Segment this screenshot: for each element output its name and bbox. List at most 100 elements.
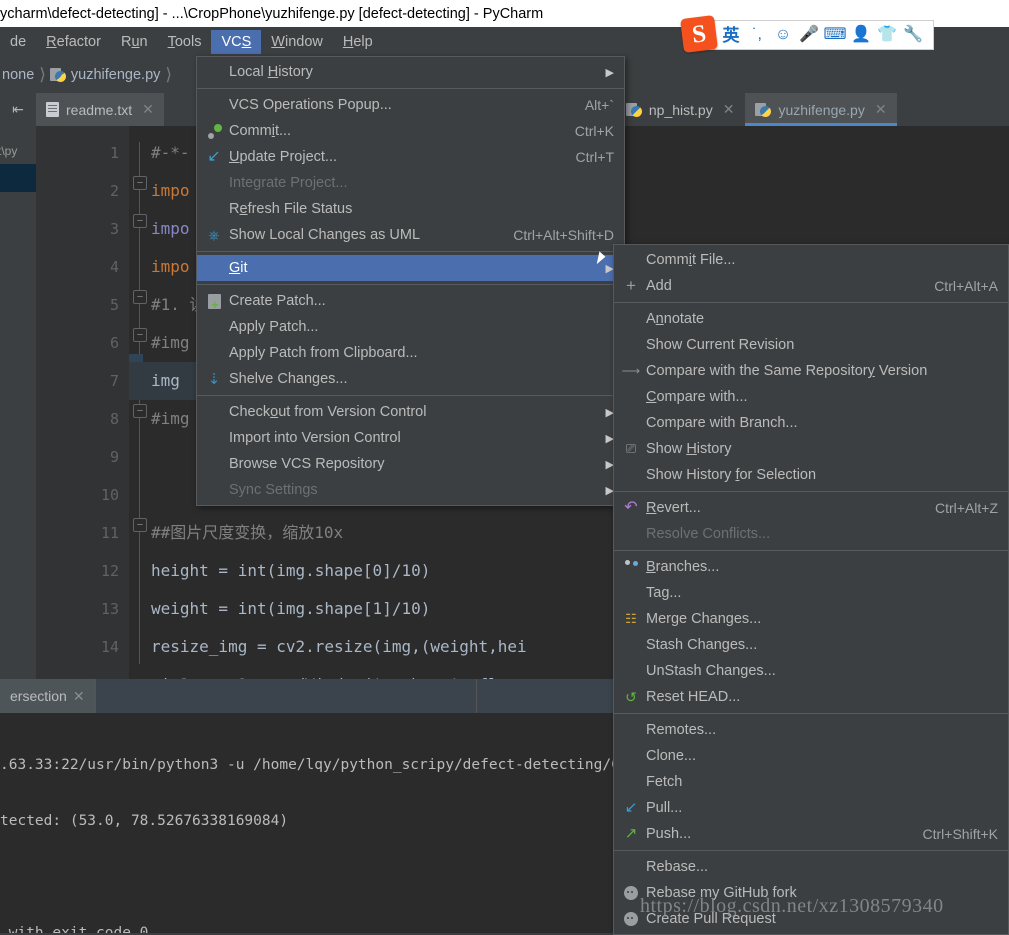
code-line: resize_img = cv2.resize(img,(weight,hei — [151, 637, 527, 656]
menu-item-browse-vcs-repository[interactable]: Browse VCS Repository ▶ — [197, 451, 624, 477]
tab-yuzhifenge-label: yuzhifenge.py — [778, 101, 865, 118]
menu-item-remotes[interactable]: Remotes... — [614, 717, 1008, 743]
menu-separator — [614, 850, 1008, 851]
menu-item-pull[interactable]: ↙ Pull... — [614, 795, 1008, 821]
menu-tools[interactable]: Tools — [158, 30, 212, 54]
hide-tool-window-button[interactable]: ⇤ — [0, 93, 36, 126]
vcs-dropdown-menu[interactable]: Local History ▶ VCS Operations Popup... Alt… — [196, 56, 625, 506]
breadcrumb-item-file[interactable]: yuzhifenge.py ⟩ — [48, 65, 174, 85]
text-file-icon — [46, 102, 59, 117]
menu-item-compare-with-the-same-repository-version[interactable]: ⟶ Compare with the Same Repository Versio… — [614, 358, 1008, 384]
menu-item-shortcut: Ctrl+T — [575, 149, 615, 165]
menu-item-label: Refresh File Status — [229, 201, 353, 217]
toolbox-icon[interactable]: 🔧 — [903, 25, 923, 45]
menu-item-vcs-operations-popup[interactable]: VCS Operations Popup... Alt+` — [197, 92, 624, 118]
menu-vcs[interactable]: VCS — [211, 29, 262, 54]
close-icon[interactable]: ✕ — [723, 101, 735, 118]
project-selected-row[interactable] — [0, 164, 36, 192]
menu-item-label: Sync Settings — [229, 482, 318, 498]
menu-item-icon-placeholder — [620, 748, 642, 764]
menu-item-annotate[interactable]: Annotate — [614, 306, 1008, 332]
soft-keyboard-icon[interactable]: ⌨ — [823, 25, 846, 45]
menu-item-merge-changes[interactable]: ☷ Merge Changes... — [614, 606, 1008, 632]
emoji-icon[interactable]: ☺ — [773, 25, 793, 45]
add-icon: + — [626, 276, 636, 295]
menu-item-label: Branches... — [646, 559, 720, 575]
menu-item-icon-placeholder — [203, 482, 225, 498]
menu-item-show-current-revision[interactable]: Show Current Revision — [614, 332, 1008, 358]
menu-item-shelve-changes[interactable]: ⇣ Shelve Changes... — [197, 366, 624, 392]
menu-item-branches[interactable]: Branches... — [614, 554, 1008, 580]
menu-item-show-history[interactable]: ⎚ Show History — [614, 436, 1008, 462]
menu-code[interactable]: de — [0, 30, 36, 54]
close-icon[interactable]: ✕ — [142, 101, 154, 118]
menu-item-label: Commit... — [229, 123, 292, 139]
menu-item-tag[interactable]: Tag... — [614, 580, 1008, 606]
run-tab[interactable]: ersection ✕ — [0, 679, 95, 713]
sogou-logo-icon[interactable]: S — [680, 15, 718, 53]
menu-item-fetch[interactable]: Fetch — [614, 769, 1008, 795]
menu-item-create-patch[interactable]: Create Patch... — [197, 288, 624, 314]
menu-item-shortcut: Ctrl+Alt+A — [934, 278, 998, 294]
menu-item-push[interactable]: ↗ Push... Ctrl+Shift+K — [614, 821, 1008, 847]
menu-item-git[interactable]: Git ▶ — [197, 255, 624, 281]
menu-item-rebase[interactable]: Rebase... — [614, 854, 1008, 880]
menu-item-clone[interactable]: Clone... — [614, 743, 1008, 769]
menu-help[interactable]: Help — [333, 30, 383, 54]
menu-item-label: Rebase... — [646, 859, 709, 875]
breadcrumb-item-none[interactable]: none ⟩ — [0, 65, 48, 85]
git-submenu[interactable]: Commit File... + Add Ctrl+Alt+A Annotate Show… — [613, 244, 1009, 935]
menu-refactor[interactable]: Refactor — [36, 30, 111, 54]
user-account-icon[interactable]: 👤 — [851, 25, 871, 45]
menu-item-label: Reset HEAD... — [646, 689, 741, 705]
menu-item-update-project[interactable]: ↙ Update Project... Ctrl+T — [197, 144, 624, 170]
chinese-english-toggle-icon[interactable]: 英 — [721, 25, 741, 45]
voice-input-icon[interactable]: 🎤 — [799, 25, 819, 45]
punctuation-mode-icon[interactable]: ˙, — [747, 25, 767, 45]
menu-item-show-history-for-selection[interactable]: Show History for Selection — [614, 462, 1008, 488]
code-line: impo — [151, 181, 190, 200]
menu-item-stash-changes[interactable]: Stash Changes... — [614, 632, 1008, 658]
menu-item-unstash-changes[interactable]: UnStash Changes... — [614, 658, 1008, 684]
menu-item-label: VCS Operations Popup... — [229, 97, 392, 113]
tab-readme[interactable]: readme.txt ✕ — [36, 93, 165, 126]
revert-icon: ↶ — [624, 499, 638, 516]
close-icon[interactable]: ✕ — [73, 688, 85, 705]
menu-window[interactable]: Window — [261, 30, 333, 54]
tab-yuzhifenge[interactable]: yuzhifenge.py ✕ — [745, 93, 898, 126]
reset-head-icon: ↺ — [625, 688, 637, 705]
tab-np-hist[interactable]: np_hist.py ✕ — [615, 93, 746, 126]
menu-item-label: Resolve Conflicts... — [646, 526, 771, 542]
menu-item-icon-placeholder — [203, 345, 225, 361]
project-tool-strip[interactable]: ct\py — [0, 126, 36, 679]
menu-item-compare-with[interactable]: Compare with... — [614, 384, 1008, 410]
sogou-ime-toolbar[interactable]: 英 ˙, ☺ 🎤 ⌨ 👤 👕 🔧 — [684, 20, 934, 50]
skin-icon[interactable]: 👕 — [877, 25, 897, 45]
menu-item-commit-file[interactable]: Commit File... — [614, 247, 1008, 273]
line-number: 7 — [109, 372, 119, 390]
line-number: 12 — [100, 562, 119, 580]
menu-item-apply-patch[interactable]: Apply Patch... — [197, 314, 624, 340]
tab-np-hist-label: np_hist.py — [648, 101, 713, 118]
menu-item-checkout-from-version-control[interactable]: Checkout from Version Control ▶ — [197, 399, 624, 425]
menu-item-add[interactable]: + Add Ctrl+Alt+A — [614, 273, 1008, 299]
menu-item-refresh-file-status[interactable]: Refresh File Status — [197, 196, 624, 222]
line-number: 4 — [109, 258, 119, 276]
menu-item-commit[interactable]: Commit... Ctrl+K — [197, 118, 624, 144]
menu-item-icon-placeholder — [203, 97, 225, 113]
line-number: 13 — [100, 600, 119, 618]
menu-item-icon-placeholder — [620, 722, 642, 738]
menu-item-reset-head[interactable]: ↺ Reset HEAD... — [614, 684, 1008, 710]
menu-item-local-history[interactable]: Local History ▶ — [197, 59, 624, 85]
menu-item-compare-with-branch[interactable]: Compare with Branch... — [614, 410, 1008, 436]
menu-item-apply-patch-from-clipboard[interactable]: Apply Patch from Clipboard... — [197, 340, 624, 366]
menu-item-revert[interactable]: ↶ Revert... Ctrl+Alt+Z — [614, 495, 1008, 521]
menu-item-show-local-changes-as-uml[interactable]: ⎈ Show Local Changes as UML Ctrl+Alt+Shift… — [197, 222, 624, 248]
menu-item-icon-placeholder — [203, 175, 225, 191]
code-line: impo — [151, 219, 190, 238]
menu-item-import-into-version-control[interactable]: Import into Version Control ▶ — [197, 425, 624, 451]
close-icon[interactable]: ✕ — [875, 101, 887, 118]
menu-item-label: Browse VCS Repository — [229, 456, 385, 472]
menu-run[interactable]: Run — [111, 30, 158, 54]
menu-item-label: Annotate — [646, 311, 705, 327]
